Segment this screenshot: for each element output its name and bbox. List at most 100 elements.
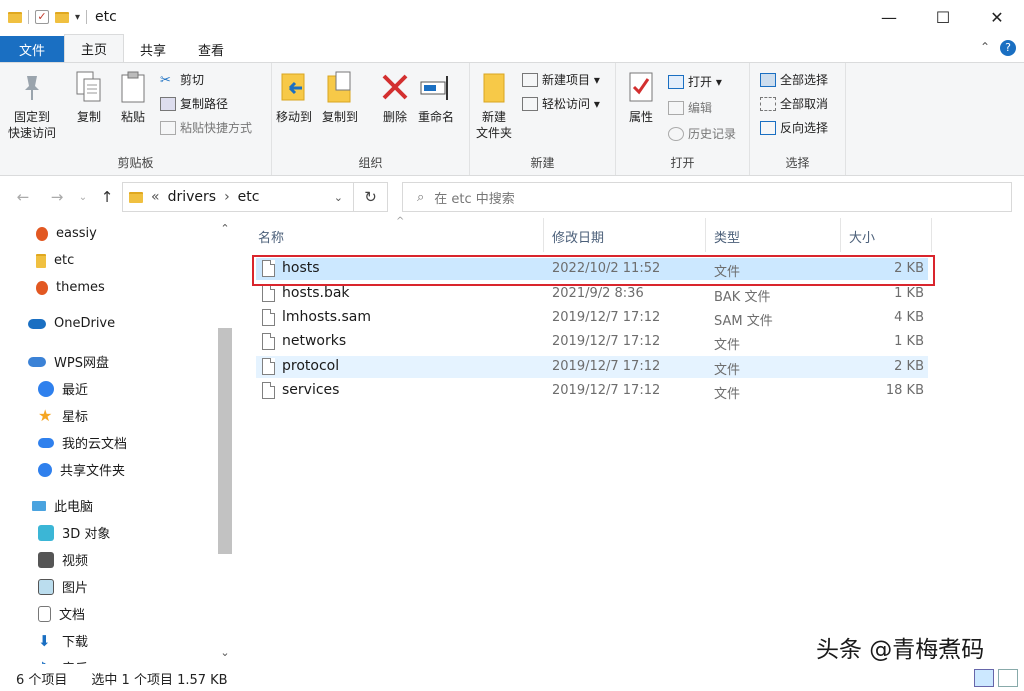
nav-label: 3D 对象 bbox=[62, 527, 111, 542]
nav-item-documents[interactable]: 文档 bbox=[38, 604, 85, 623]
nav-item-my-cloud-docs[interactable]: 我的云文档 bbox=[38, 433, 127, 452]
back-arrow-icon[interactable]: ← bbox=[12, 188, 34, 206]
search-input[interactable]: ⌕ 在 etc 中搜索 bbox=[402, 182, 1012, 212]
new-folder-button[interactable]: 新建 文件夹 bbox=[476, 69, 512, 141]
ribbon-right-controls: ⌃ ? bbox=[980, 40, 1016, 56]
cut-button[interactable]: ✂ 剪切 bbox=[160, 71, 204, 88]
nav-label: 文档 bbox=[59, 608, 86, 623]
clipboard-group: 固定到 快速访问 复制 粘贴 ✂ 剪切 复制路径 粘贴快捷方式 剪贴板 bbox=[0, 63, 272, 175]
easy-access-button[interactable]: 轻松访问 ▾ bbox=[522, 95, 600, 112]
close-button[interactable]: ✕ bbox=[970, 0, 1024, 34]
nav-item-wps-drive[interactable]: WPS网盘 bbox=[28, 352, 109, 371]
minimize-button[interactable]: — bbox=[862, 0, 916, 34]
column-divider[interactable] bbox=[840, 218, 841, 252]
file-row-services[interactable]: services 2019/12/7 17:12 文件 18 KB bbox=[256, 380, 928, 402]
column-divider[interactable] bbox=[931, 218, 932, 252]
file-icon bbox=[262, 333, 275, 350]
nav-item-recent[interactable]: 最近 bbox=[38, 379, 88, 398]
column-divider[interactable] bbox=[543, 218, 544, 252]
tab-share[interactable]: 共享 bbox=[124, 36, 182, 62]
history-button[interactable]: 历史记录 bbox=[668, 125, 736, 142]
easy-access-label: 轻松访问 ▾ bbox=[542, 97, 600, 111]
nav-item-shared-folder[interactable]: 共享文件夹 bbox=[38, 460, 125, 479]
nav-item-videos[interactable]: 视频 bbox=[38, 550, 88, 569]
ribbon-tabs: 文件 主页 共享 查看 ⌃ ? bbox=[0, 34, 1024, 62]
nav-item-eassiy[interactable]: eassiy bbox=[36, 226, 97, 241]
copy-path-button[interactable]: 复制路径 bbox=[160, 95, 228, 112]
select-none-button[interactable]: 全部取消 bbox=[760, 95, 828, 112]
nav-item-onedrive[interactable]: OneDrive bbox=[28, 316, 115, 331]
scrollbar-thumb[interactable] bbox=[218, 328, 232, 554]
copy-button[interactable]: 复制 bbox=[72, 69, 106, 125]
item-count: 6 个项目 bbox=[16, 673, 68, 688]
copy-path-label: 复制路径 bbox=[180, 97, 229, 111]
paste-button[interactable]: 粘贴 bbox=[116, 69, 150, 125]
new-item-button[interactable]: 新建项目 ▾ bbox=[522, 71, 600, 88]
rename-button[interactable]: 重命名 bbox=[418, 69, 454, 125]
overflow-chevron[interactable]: « bbox=[151, 189, 160, 205]
paste-label: 粘贴 bbox=[120, 110, 145, 124]
edit-button[interactable]: 编辑 bbox=[668, 99, 712, 116]
download-arrow-icon: ⬇ bbox=[38, 631, 51, 650]
paste-shortcut-button[interactable]: 粘贴快捷方式 bbox=[160, 119, 252, 136]
nav-item-themes[interactable]: themes bbox=[36, 280, 105, 295]
nav-item-3d-objects[interactable]: 3D 对象 bbox=[38, 523, 110, 542]
collapse-ribbon-icon[interactable]: ⌃ bbox=[980, 40, 990, 56]
copy-icon bbox=[72, 69, 106, 105]
column-divider[interactable] bbox=[705, 218, 706, 252]
up-arrow-icon[interactable]: ↑ bbox=[96, 188, 118, 206]
file-row-protocol[interactable]: protocol 2019/12/7 17:12 文件 2 KB bbox=[256, 356, 928, 378]
large-icons-view-icon[interactable] bbox=[998, 669, 1018, 687]
open-button[interactable]: 打开 ▾ bbox=[668, 73, 722, 90]
nav-item-starred[interactable]: ★ 星标 bbox=[38, 406, 88, 425]
nav-item-pictures[interactable]: 图片 bbox=[38, 577, 88, 596]
properties-check-icon[interactable]: ✓ bbox=[35, 10, 49, 24]
address-bar[interactable]: « drivers › etc ⌄ ↻ bbox=[122, 182, 388, 212]
breadcrumb-separator[interactable]: › bbox=[224, 189, 230, 205]
column-name[interactable]: 名称 bbox=[258, 227, 284, 246]
tab-view[interactable]: 查看 bbox=[182, 36, 240, 62]
scroll-up-chevron-icon[interactable]: ⌃ bbox=[216, 222, 234, 235]
column-type[interactable]: 类型 bbox=[714, 227, 740, 246]
copy-label: 复制 bbox=[76, 110, 101, 124]
tab-home[interactable]: 主页 bbox=[64, 34, 125, 62]
tab-file[interactable]: 文件 bbox=[0, 36, 64, 62]
file-type: 文件 bbox=[714, 387, 741, 402]
copy-to-button[interactable]: 复制到 bbox=[322, 69, 358, 125]
file-size: 4 KB bbox=[894, 310, 924, 325]
file-row-networks[interactable]: networks 2019/12/7 17:12 文件 1 KB bbox=[256, 331, 928, 353]
column-date-modified[interactable]: 修改日期 bbox=[552, 227, 604, 246]
address-dropdown-icon[interactable]: ⌄ bbox=[334, 191, 343, 204]
select-all-button[interactable]: 全部选择 bbox=[760, 71, 828, 88]
refresh-button[interactable]: ↻ bbox=[353, 183, 387, 211]
nav-item-etc[interactable]: etc bbox=[36, 253, 74, 268]
properties-button[interactable]: 属性 bbox=[624, 69, 658, 125]
new-folder-icon[interactable] bbox=[55, 11, 69, 23]
nav-item-downloads[interactable]: ⬇ 下载 bbox=[38, 631, 88, 651]
delete-button[interactable]: 删除 bbox=[378, 69, 412, 125]
breadcrumb-drivers[interactable]: drivers bbox=[168, 189, 216, 205]
scroll-down-chevron-icon[interactable]: ⌄ bbox=[216, 646, 234, 659]
move-to-button[interactable]: 移动到 bbox=[276, 69, 312, 125]
recent-locations-chevron-icon[interactable]: ⌄ bbox=[72, 192, 94, 203]
invert-selection-button[interactable]: 反向选择 bbox=[760, 119, 828, 136]
invert-selection-icon bbox=[760, 120, 776, 135]
customize-quick-access-dropdown[interactable]: ▾ bbox=[75, 12, 80, 23]
details-view-icon[interactable] bbox=[974, 669, 994, 687]
file-row-hosts-bak[interactable]: hosts.bak 2021/9/2 8:36 BAK 文件 1 KB bbox=[256, 283, 928, 305]
pin-quick-access-button[interactable]: 固定到 快速访问 bbox=[8, 69, 56, 141]
forward-arrow-icon[interactable]: → bbox=[46, 188, 68, 206]
nav-item-music[interactable]: ♪ 音乐 bbox=[38, 658, 88, 665]
breadcrumb-etc[interactable]: etc bbox=[238, 189, 260, 205]
nav-item-this-pc[interactable]: 此电脑 bbox=[32, 496, 93, 515]
maximize-button[interactable]: ☐ bbox=[916, 0, 970, 34]
sort-ascending-icon: ^ bbox=[396, 216, 405, 227]
help-icon[interactable]: ? bbox=[1000, 40, 1016, 56]
nav-label: 此电脑 bbox=[54, 500, 94, 515]
move-to-icon bbox=[277, 69, 311, 105]
file-type: 文件 bbox=[714, 363, 741, 378]
column-size[interactable]: 大小 bbox=[849, 227, 875, 246]
document-icon bbox=[38, 605, 51, 622]
nav-pane-scrollbar[interactable]: ⌃ ⌄ bbox=[216, 218, 234, 664]
file-row-lmhosts-sam[interactable]: lmhosts.sam 2019/12/7 17:12 SAM 文件 4 KB bbox=[256, 307, 928, 329]
